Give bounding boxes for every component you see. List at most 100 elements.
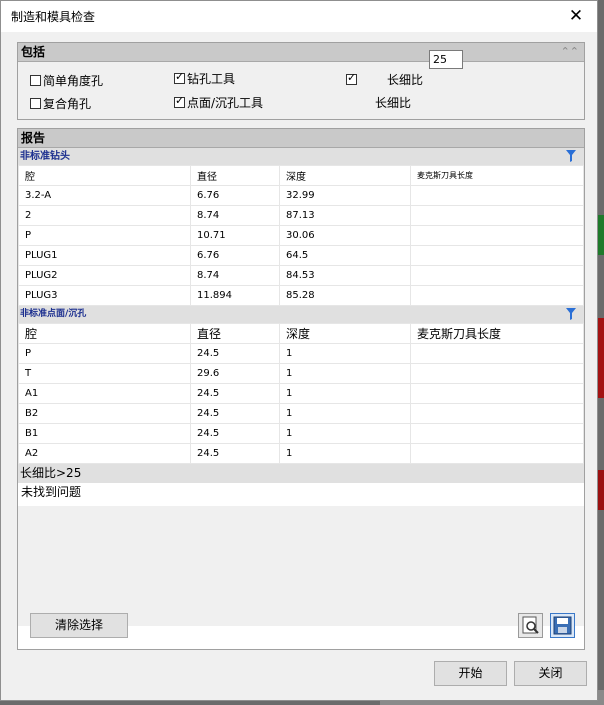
column-header[interactable]: 直径 xyxy=(190,323,280,344)
nonstandard-spotface-table: 腔 直径 深度 麦克斯刀具长度 P 24.5 1 T 29.6 1 A1 24.5 1 B2… xyxy=(18,323,584,464)
table-row[interactable]: P 24.5 1 xyxy=(18,343,584,364)
group-title: 非标准点面/沉孔 xyxy=(20,309,87,319)
table-row[interactable]: 3.2-A 6.76 32.99 xyxy=(18,185,584,206)
cell: 1 xyxy=(279,403,411,424)
cell: 24.5 xyxy=(190,403,280,424)
column-header[interactable]: 腔 xyxy=(18,165,191,186)
filter-icon[interactable] xyxy=(566,150,576,168)
drill-tool-checkbox[interactable]: 钻孔工具 xyxy=(174,69,235,87)
cell: P xyxy=(18,343,191,364)
table-row[interactable]: A1 24.5 1 xyxy=(18,383,584,404)
cell: 8.74 xyxy=(190,265,280,286)
slenderness-checkbox[interactable]: 长细比 xyxy=(346,70,423,88)
nonstandard-drill-header: 非标准钻头 xyxy=(18,148,584,165)
column-header[interactable]: 麦克斯刀具长度 xyxy=(410,165,584,186)
column-header[interactable]: 深度 xyxy=(279,165,411,186)
cell: PLUG2 xyxy=(18,265,191,286)
cell xyxy=(410,245,584,266)
report-header: 报告 xyxy=(18,129,584,148)
column-header[interactable]: 麦克斯刀具长度 xyxy=(410,323,584,344)
nonstandard-spotface-header: 非标准点面/沉孔 xyxy=(18,306,584,323)
checkbox-box[interactable] xyxy=(174,70,185,84)
save-report-icon[interactable] xyxy=(550,613,575,638)
column-header[interactable]: 腔 xyxy=(18,323,191,344)
checkbox-label: 点面/沉孔工具 xyxy=(187,95,264,110)
checkbox-label: 简单角度孔 xyxy=(43,73,104,88)
close-button[interactable]: 关闭 xyxy=(514,661,587,686)
report-empty-area xyxy=(18,506,584,626)
checkbox-label: 钻孔工具 xyxy=(187,71,236,86)
cell xyxy=(410,205,584,226)
include-panel: 包括 ⌃⌃ 简单角度孔 钻孔工具 长细比 复合角孔 点面/沉孔工具 xyxy=(17,42,585,120)
checkbox-label: 复合角孔 xyxy=(43,96,92,111)
start-button[interactable]: 开始 xyxy=(434,661,507,686)
cell xyxy=(410,343,584,364)
cell: 1 xyxy=(279,363,411,384)
table-row[interactable]: P 10.71 30.06 xyxy=(18,225,584,246)
simple-angle-hole-checkbox[interactable]: 简单角度孔 xyxy=(30,71,103,89)
slenderness-result-header: 长细比>25 xyxy=(18,464,584,483)
mold-check-dialog: 制造和模具检查 ✕ 包括 ⌃⌃ 简单角度孔 钻孔工具 长细比 复合角孔 xyxy=(0,0,598,701)
table-row[interactable]: B1 24.5 1 xyxy=(18,423,584,444)
cell: 6.76 xyxy=(190,245,280,266)
close-icon[interactable]: ✕ xyxy=(563,3,589,29)
cell: 24.5 xyxy=(190,343,280,364)
dialog-title: 制造和模具检查 xyxy=(11,10,96,24)
cell xyxy=(410,443,584,464)
cell: 6.76 xyxy=(190,185,280,206)
cell: 85.28 xyxy=(279,285,411,306)
slenderness-result-message: 未找到问题 xyxy=(18,483,584,506)
cell: P xyxy=(18,225,191,246)
group-title: 非标准钻头 xyxy=(20,151,70,162)
title-bar: 制造和模具检查 ✕ xyxy=(1,1,597,32)
preview-report-icon[interactable] xyxy=(518,613,543,638)
cell: 24.5 xyxy=(190,423,280,444)
cell: B1 xyxy=(18,423,191,444)
cell xyxy=(410,403,584,424)
checkbox-box[interactable] xyxy=(30,97,41,109)
table-row[interactable]: B2 24.5 1 xyxy=(18,403,584,424)
cell: 1 xyxy=(279,443,411,464)
collapse-chevron-icon[interactable]: ⌃⌃ xyxy=(561,43,579,61)
cell: 64.5 xyxy=(279,245,411,266)
table-row[interactable]: PLUG2 8.74 84.53 xyxy=(18,265,584,286)
checkbox-label: 长细比 xyxy=(387,72,424,87)
table-header-row: 腔 直径 深度 麦克斯刀具长度 xyxy=(18,323,584,344)
table-row[interactable]: PLUG3 11.894 85.28 xyxy=(18,285,584,306)
cell: 29.6 xyxy=(190,363,280,384)
filter-icon[interactable] xyxy=(566,308,576,327)
checkbox-box[interactable] xyxy=(30,74,41,86)
slenderness-input-label: 长细比 xyxy=(375,96,412,110)
nonstandard-drill-table: 腔 直径 深度 麦克斯刀具长度 3.2-A 6.76 32.99 2 8.74 87.1… xyxy=(18,165,584,306)
clear-selection-button[interactable]: 清除选择 xyxy=(30,613,128,638)
slenderness-input[interactable]: 25 xyxy=(429,50,463,69)
table-row[interactable]: A2 24.5 1 xyxy=(18,443,584,464)
cell xyxy=(410,185,584,206)
cell: 24.5 xyxy=(190,443,280,464)
cell: PLUG1 xyxy=(18,245,191,266)
cell: PLUG3 xyxy=(18,285,191,306)
cell xyxy=(410,225,584,246)
table-row[interactable]: T 29.6 1 xyxy=(18,363,584,384)
include-options: 简单角度孔 钻孔工具 长细比 复合角孔 点面/沉孔工具 长细比 xyxy=(18,62,584,118)
compound-angle-hole-checkbox[interactable]: 复合角孔 xyxy=(30,94,91,112)
cell: B2 xyxy=(18,403,191,424)
table-row[interactable]: 2 8.74 87.13 xyxy=(18,205,584,226)
cell: T xyxy=(18,363,191,384)
checkbox-box[interactable] xyxy=(346,71,357,85)
include-header[interactable]: 包括 ⌃⌃ xyxy=(18,43,584,62)
cell xyxy=(410,383,584,404)
include-header-label: 包括 xyxy=(21,45,46,59)
cell: 30.06 xyxy=(279,225,411,246)
cell: 1 xyxy=(279,423,411,444)
column-header[interactable]: 直径 xyxy=(190,165,280,186)
table-row[interactable]: PLUG1 6.76 64.5 xyxy=(18,245,584,266)
column-header[interactable]: 深度 xyxy=(279,323,411,344)
cell: 32.99 xyxy=(279,185,411,206)
cell: 1 xyxy=(279,383,411,404)
checkbox-box[interactable] xyxy=(174,94,185,108)
cell: 11.894 xyxy=(190,285,280,306)
spotface-tool-checkbox[interactable]: 点面/沉孔工具 xyxy=(174,93,263,111)
cell: 8.74 xyxy=(190,205,280,226)
table-header-row: 腔 直径 深度 麦克斯刀具长度 xyxy=(18,165,584,186)
